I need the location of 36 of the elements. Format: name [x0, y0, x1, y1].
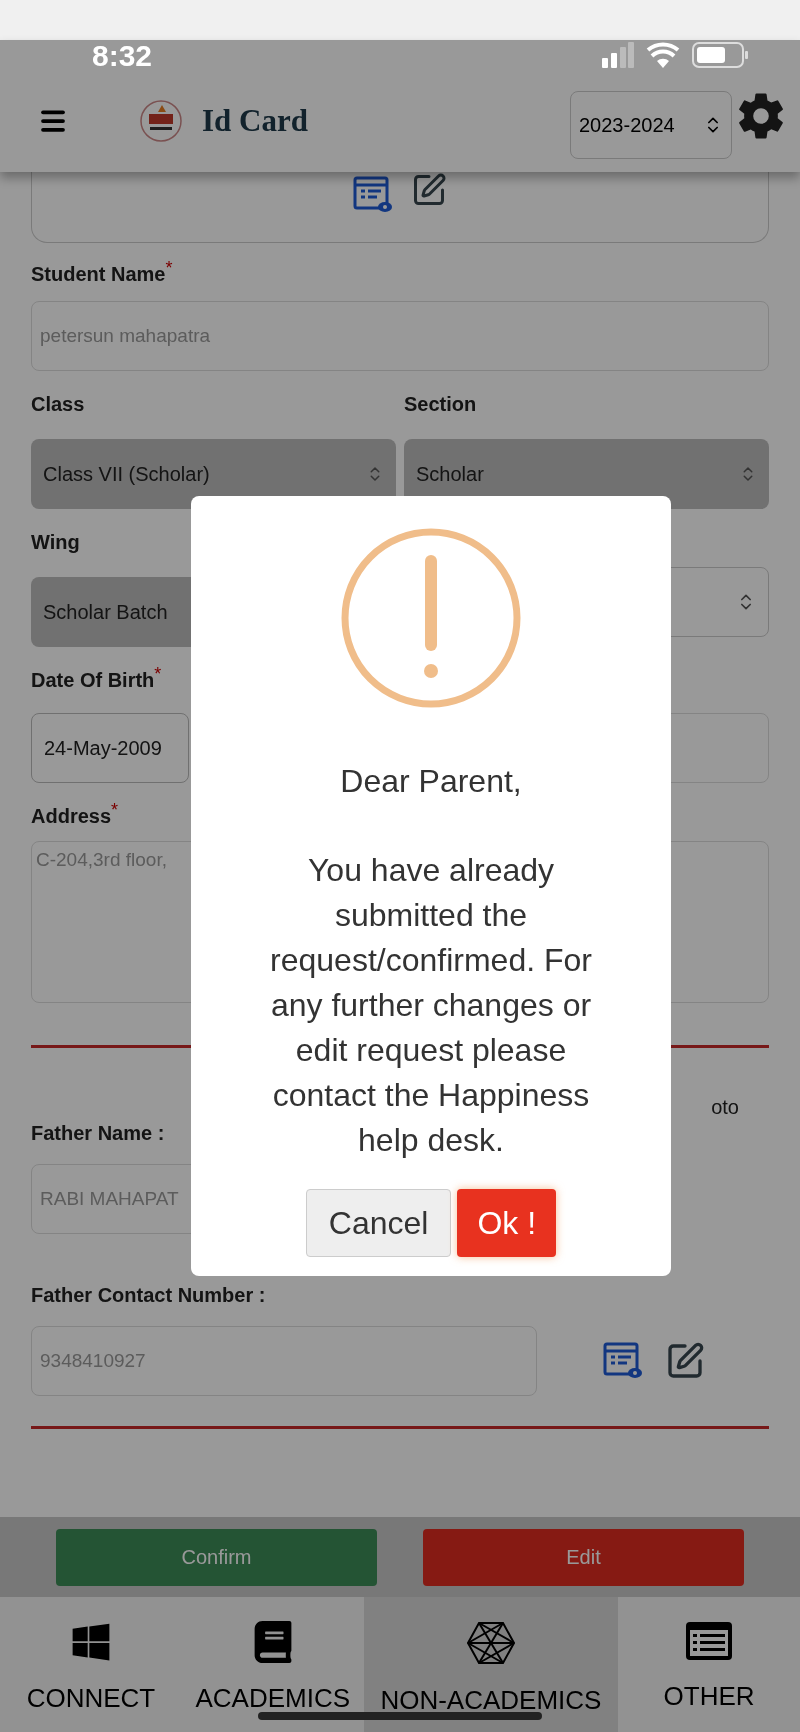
- ok-button[interactable]: Ok !: [457, 1189, 557, 1257]
- view-details-icon[interactable]: [603, 1342, 643, 1380]
- nav-tab[interactable]: CONNECT: [0, 1597, 182, 1732]
- date-of-birth-field[interactable]: 24-May-2009: [31, 713, 189, 783]
- view-details-icon[interactable]: [353, 176, 393, 214]
- field-label: Date Of Birth: [31, 669, 155, 693]
- required-mark: *: [154, 665, 162, 683]
- field-label: Class: [31, 392, 85, 417]
- page-title: Id Card: [202, 101, 308, 140]
- nav-tab[interactable]: NON-ACADEMICS: [363, 1597, 619, 1732]
- field-label: Father Name :: [31, 1121, 165, 1146]
- field-label: Wing: [31, 530, 80, 555]
- field-label: Address: [31, 805, 112, 829]
- required-mark: *: [165, 259, 173, 277]
- nav-tab[interactable]: OTHER: [618, 1597, 800, 1732]
- status-time: 8:32: [92, 37, 153, 74]
- field-label: Section: [404, 392, 477, 417]
- cancel-button[interactable]: Cancel: [305, 1189, 452, 1257]
- class-select[interactable]: Class VII (Scholar): [31, 439, 396, 509]
- nav-tab[interactable]: ACADEMICS: [181, 1597, 364, 1732]
- year-select[interactable]: 2023-2024: [570, 91, 732, 159]
- edit-icon[interactable]: [665, 1341, 705, 1381]
- settings-icon[interactable]: [736, 91, 786, 141]
- edit-icon[interactable]: [411, 172, 447, 208]
- edit-button[interactable]: Edit: [423, 1528, 744, 1586]
- list-icon: [685, 1621, 734, 1661]
- hexagon-icon: [465, 1621, 516, 1665]
- dialog-message: You have already submitted the request/confirmed. For any further changes or edit request please contact the Happiness help desk.: [269, 851, 593, 1160]
- warning-icon: [340, 527, 522, 709]
- confirm-button[interactable]: Confirm: [56, 1528, 377, 1586]
- field-label: Student Name: [31, 262, 166, 287]
- field-label: Father Contact Number :: [31, 1283, 266, 1308]
- required-mark: *: [111, 801, 119, 819]
- dialog-greeting: Dear Parent,: [340, 762, 522, 801]
- photo-label: oto: [711, 1095, 739, 1120]
- school-logo-icon: [140, 100, 182, 142]
